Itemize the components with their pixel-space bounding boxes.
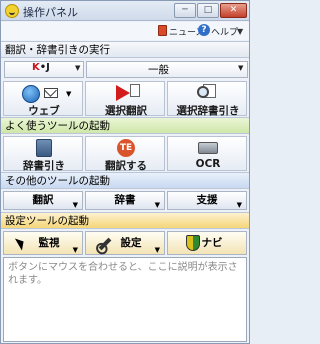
play-icon xyxy=(116,85,130,101)
dictionary-lookup-button[interactable]: 辞書引き xyxy=(3,136,83,172)
te-translate-icon: TE xyxy=(117,139,135,157)
news-icon[interactable] xyxy=(158,25,167,36)
mail-icon xyxy=(44,88,58,98)
help-link[interactable]: ヘルプ xyxy=(211,25,238,38)
web-translate-button[interactable]: ▼ ウェブ xyxy=(3,81,83,117)
dictionary-menu-button[interactable]: 辞書 ▼ xyxy=(85,191,165,210)
settings-menu-label: 設定 xyxy=(120,237,142,249)
translate-menu-label: 翻訳 xyxy=(32,194,54,206)
selection-dictionary-button[interactable]: 選択辞書引き xyxy=(167,81,247,117)
selection-dictionary-label: 選択辞書引き xyxy=(176,105,240,117)
shield-icon xyxy=(186,235,200,251)
title-bar[interactable]: 操作パネル ─ □ ✕ xyxy=(1,1,249,21)
section-header-settings-tools: 設定ツールの起動 xyxy=(1,212,249,229)
selection-translate-label: 選択翻訳 xyxy=(105,105,147,117)
dictionary-menu-label: 辞書 xyxy=(114,194,136,206)
translate-tool-label: 翻訳する xyxy=(105,160,147,172)
translation-direction-label: K•J xyxy=(32,62,50,73)
ocr-label: OCR xyxy=(195,158,221,170)
section-header-translate: 翻訳・辞書引きの実行 xyxy=(1,41,249,58)
document-icon xyxy=(130,84,140,97)
direction-source-label: K xyxy=(32,62,40,73)
navi-label: ナビ xyxy=(201,237,223,249)
chevron-down-icon[interactable]: ▼ xyxy=(66,90,71,98)
monitor-menu-label: 監視 xyxy=(38,237,60,249)
translation-mode-value: 一般 xyxy=(148,64,169,76)
support-menu-label: 支援 xyxy=(196,194,218,206)
section-header-other-tools: その他のツールの起動 xyxy=(1,172,249,189)
settings-menu-button[interactable]: 設定 ▼ xyxy=(85,231,165,255)
translate-tool-button[interactable]: TE 翻訳する xyxy=(85,136,165,172)
chevron-down-icon[interactable]: ▼ xyxy=(238,64,243,72)
help-dropdown-arrow-icon[interactable]: ▼ xyxy=(237,27,243,36)
chevron-down-icon[interactable]: ▼ xyxy=(75,64,80,72)
direction-target-label: •J xyxy=(39,62,50,73)
minimize-button[interactable]: ─ xyxy=(174,3,196,18)
maximize-button[interactable]: □ xyxy=(197,3,219,18)
app-smiley-icon xyxy=(5,4,19,18)
support-menu-button[interactable]: 支援 ▼ xyxy=(167,191,247,210)
globe-icon xyxy=(22,85,40,103)
help-icon[interactable]: ? xyxy=(198,24,210,36)
dictionary-book-icon xyxy=(36,139,52,157)
section-header-frequent-tools: よく使うツールの起動 xyxy=(1,117,249,134)
cursor-icon xyxy=(14,235,28,251)
scanner-icon xyxy=(198,142,218,154)
web-translate-label: ウェブ xyxy=(28,105,60,117)
close-button[interactable]: ✕ xyxy=(220,3,247,18)
magnifier-icon xyxy=(197,86,209,98)
ocr-button[interactable]: OCR xyxy=(167,136,247,171)
description-area: ボタンにマウスを合わせると、ここに説明が表示されます。 xyxy=(3,257,247,342)
dictionary-lookup-label: 辞書引き xyxy=(23,160,65,172)
wrench-icon xyxy=(98,237,112,251)
window-title: 操作パネル xyxy=(23,6,78,19)
operation-panel-window: 操作パネル ─ □ ✕ ニュース ? ヘルプ ▼ 翻訳・辞書引きの実行 K•J … xyxy=(0,0,250,344)
selection-translate-button[interactable]: 選択翻訳 xyxy=(85,81,165,117)
navi-button[interactable]: ナビ xyxy=(167,231,247,255)
translate-menu-button[interactable]: 翻訳 ▼ xyxy=(3,191,83,210)
monitor-menu-button[interactable]: 監視 ▼ xyxy=(3,231,83,255)
